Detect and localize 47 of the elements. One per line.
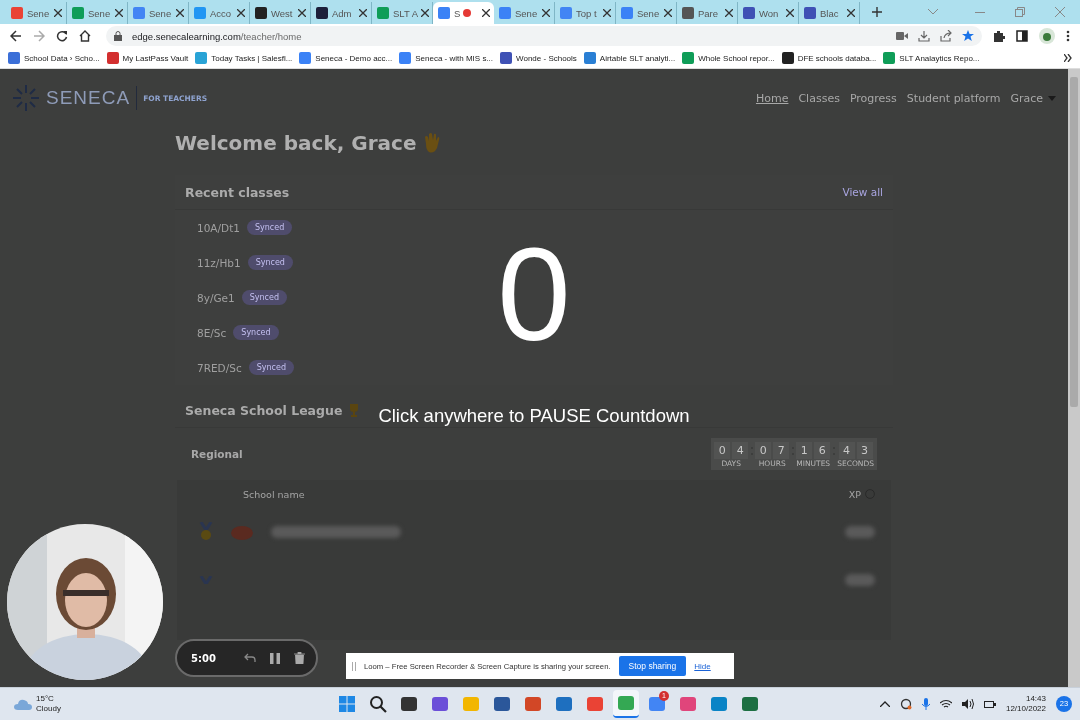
synced-badge: Synced	[248, 360, 294, 375]
bookmark[interactable]: DFE schools databa...	[781, 52, 877, 64]
bookmark[interactable]: School Data › Scho...	[8, 52, 100, 64]
user-menu[interactable]: Grace	[1010, 91, 1056, 105]
weather-condition: Cloudy	[36, 704, 61, 714]
timer-digit: 1	[796, 442, 813, 459]
clock-time[interactable]: 14:43	[1025, 694, 1046, 704]
synced-badge: Synced	[247, 255, 293, 270]
welcome-heading: Welcome back, Grace	[175, 131, 417, 155]
timer-digit: 6	[814, 442, 831, 459]
timer-digit: 4	[732, 442, 749, 459]
bookmark[interactable]: Seneca - Demo acc...	[299, 52, 393, 64]
nav-link[interactable]: Classes	[798, 91, 840, 105]
logo-text: SENECA	[46, 87, 131, 109]
bookmark[interactable]: Wonde - Schools	[500, 52, 577, 64]
timer-digit: 4	[838, 442, 855, 459]
bookmark[interactable]: Seneca - with MIS s...	[399, 52, 494, 64]
timer-digit: 7	[773, 442, 790, 459]
nav-link[interactable]: Progress	[849, 91, 897, 105]
league-title: Seneca School League	[185, 402, 343, 418]
countdown-hint[interactable]: Click anywhere to PAUSE Countdown	[378, 405, 690, 427]
column-header: XP	[848, 488, 861, 500]
browser-tab[interactable]: S	[433, 2, 494, 24]
bookmark[interactable]: SLT Analaytics Repo...	[883, 52, 980, 64]
stop-sharing-button[interactable]: Stop sharing	[618, 656, 687, 676]
url-text: edge.senecalearning.com/teacher/home	[132, 30, 302, 42]
temperature: 15°C	[36, 694, 55, 704]
synced-badge: Synced	[246, 220, 293, 235]
address-bar[interactable]: edge.senecalearning.com/teacher/home	[106, 26, 982, 46]
synced-badge: Synced	[233, 325, 279, 340]
timer-digit: 0	[755, 442, 772, 459]
timer-digit: 3	[856, 442, 873, 459]
region-label: Regional	[191, 448, 243, 460]
nav-link[interactable]: Home	[755, 91, 789, 105]
nav-link[interactable]: Student platform	[906, 91, 1001, 105]
view-all-link[interactable]: View all	[842, 186, 883, 198]
bookmark[interactable]: Whole School repor...	[682, 52, 775, 64]
clock-date[interactable]: 12/10/2022	[1005, 704, 1046, 714]
hide-link[interactable]: Hide	[694, 661, 711, 671]
bookmark[interactable]: Airtable SLT analyti...	[583, 52, 676, 64]
bookmark[interactable]: My LastPass Vault	[106, 52, 189, 64]
recording-timer: 5:00	[191, 652, 216, 664]
column-header: School name	[243, 488, 305, 500]
synced-badge: Synced	[241, 290, 287, 305]
bookmark[interactable]: Today Tasks | Salesfl...	[195, 52, 293, 64]
card-title: Recent classes	[185, 184, 290, 200]
timer-digit: 0	[714, 442, 731, 459]
